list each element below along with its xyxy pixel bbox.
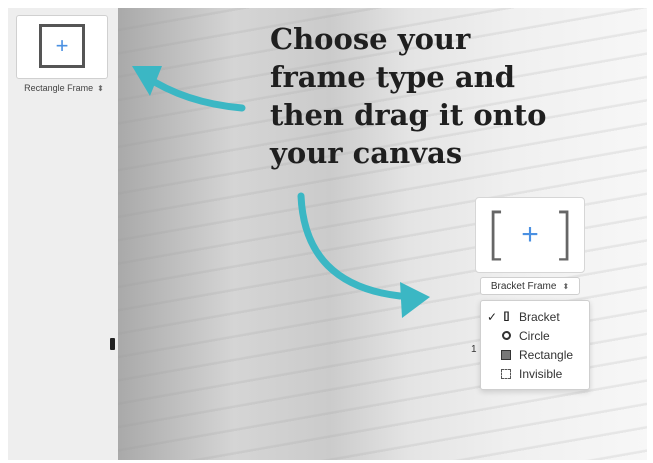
bracket-icon: [] xyxy=(503,311,510,322)
plus-icon: + xyxy=(521,218,539,251)
menu-item-label: Invisible xyxy=(519,366,563,381)
menu-item-bracket[interactable]: ✓ [] Bracket xyxy=(487,307,589,326)
headline-line-2: frame type and xyxy=(270,60,515,94)
side-tick: 1 xyxy=(471,344,477,355)
arrow-head-bracket xyxy=(400,282,430,318)
menu-item-invisible[interactable]: Invisible xyxy=(487,364,589,383)
headline-line-1: Choose your xyxy=(270,22,471,56)
menu-item-label: Circle xyxy=(519,328,550,343)
menu-item-label: Bracket xyxy=(519,309,560,324)
headline-line-4: your canvas xyxy=(270,136,463,170)
arrow-to-bracket xyxy=(297,192,404,300)
circle-icon xyxy=(499,331,513,340)
bracket-frame-select-label: Bracket Frame xyxy=(490,280,557,292)
bracket-plus-icon: [ + ] xyxy=(476,198,584,272)
updown-icon: ⬍ xyxy=(562,281,570,291)
menu-item-circle[interactable]: Circle xyxy=(487,326,589,345)
headline-line-3: then drag it onto xyxy=(270,98,547,132)
menu-item-rectangle[interactable]: Rectangle xyxy=(487,345,589,364)
arrow-to-sidebar xyxy=(141,72,246,112)
instruction-headline: Choose your frame type and then drag it … xyxy=(270,20,570,172)
right-bracket-glyph: ] xyxy=(552,202,575,267)
frame-type-menu: ✓ [] Bracket Circle Rectangle Invisible xyxy=(480,300,590,390)
bracket-frame-select[interactable]: Bracket Frame ⬍ xyxy=(480,277,580,295)
menu-item-label: Rectangle xyxy=(519,347,574,362)
rectangle-icon xyxy=(499,349,513,360)
left-bracket-glyph: [ xyxy=(485,202,508,267)
invisible-icon xyxy=(499,368,513,379)
bracket-frame-tile[interactable]: [ + ] xyxy=(475,197,585,273)
checkmark-icon: ✓ xyxy=(487,309,498,324)
